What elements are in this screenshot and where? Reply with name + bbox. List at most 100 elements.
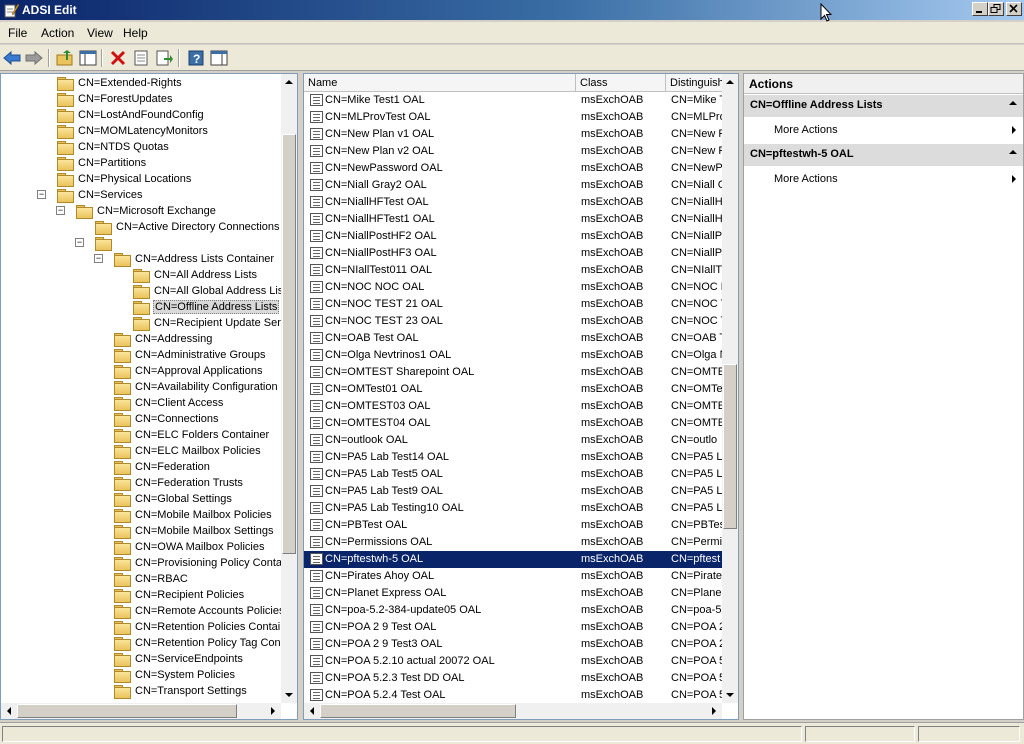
properties-button[interactable] bbox=[131, 48, 151, 68]
tree-item[interactable]: CN=Physical Locations bbox=[57, 171, 192, 187]
tree-item[interactable]: CN=Extended-Rights bbox=[57, 75, 183, 91]
tree-item[interactable]: CN=Retention Policy Tag Con bbox=[114, 635, 282, 651]
delete-button[interactable] bbox=[108, 48, 128, 68]
list-row[interactable]: CN=PBTest OAL msExchOAB CN=PBTes bbox=[304, 517, 724, 534]
list-row[interactable]: CN=POA 2 9 Test3 OAL msExchOAB CN=POA 2 bbox=[304, 636, 724, 653]
list-horizontal-scrollbar[interactable] bbox=[304, 703, 722, 719]
tree-item[interactable]: CN=RBAC bbox=[114, 571, 189, 587]
tree-item[interactable]: CN=LostAndFoundConfig bbox=[57, 107, 205, 123]
more-actions-link[interactable]: More Actions bbox=[774, 124, 1019, 136]
tree-item[interactable]: CN=Administrative Groups bbox=[114, 347, 267, 363]
tree-item[interactable]: CN=All Address Lists bbox=[133, 267, 258, 283]
tree-item[interactable]: CN=ELC Mailbox Policies bbox=[114, 443, 262, 459]
tree-item[interactable]: CN=Federation Trusts bbox=[114, 475, 244, 491]
list-row[interactable]: CN=OMTEST03 OAL msExchOAB CN=OMTE bbox=[304, 398, 724, 415]
list-row[interactable]: CN=poa-5.2-384-update05 OAL msExchOAB CN=p… bbox=[304, 602, 724, 619]
collapse-up-icon[interactable] bbox=[1009, 149, 1017, 155]
scroll-left-button[interactable] bbox=[304, 703, 320, 719]
collapse-up-icon[interactable] bbox=[1009, 100, 1017, 106]
tree-item[interactable]: CN=Mobile Mailbox Policies bbox=[114, 507, 273, 523]
restore-button[interactable] bbox=[988, 2, 1004, 16]
tree-item[interactable]: CN=Provisioning Policy Conta bbox=[114, 555, 283, 571]
list-row[interactable]: CN=Permissions OAL msExchOAB CN=Permi bbox=[304, 534, 724, 551]
list-row[interactable]: CN=POA 5.2.3 Test DD OAL msExchOAB CN=POA … bbox=[304, 670, 724, 687]
tree-item[interactable]: CN=Federation bbox=[114, 459, 211, 475]
back-button[interactable] bbox=[2, 48, 22, 68]
tree-item[interactable]: CN=Transport Settings bbox=[114, 683, 248, 699]
up-one-level-button[interactable] bbox=[55, 48, 75, 68]
tree-item[interactable]: CN=Remote Accounts Policies bbox=[114, 603, 285, 619]
list-row[interactable]: CN=Olga Nevtrinos1 OAL msExchOAB CN=Olga N bbox=[304, 347, 724, 364]
column-header-distinguished-name[interactable]: Distinguish bbox=[666, 74, 724, 92]
tree-item[interactable]: CN=Mobile Mailbox Settings bbox=[114, 523, 274, 539]
list-row[interactable]: CN=NewPassword OAL msExchOAB CN=NewP bbox=[304, 160, 724, 177]
forward-button[interactable] bbox=[24, 48, 44, 68]
tree-item[interactable]: CN=Client Access bbox=[114, 395, 224, 411]
tree-scroll-thumb[interactable] bbox=[282, 134, 296, 554]
list-row[interactable]: CN=NOC TEST 23 OAL msExchOAB CN=NOC T bbox=[304, 313, 724, 330]
menu-view[interactable]: View bbox=[87, 26, 113, 40]
list-row[interactable]: CN=PA5 Lab Test14 OAL msExchOAB CN=PA5 L bbox=[304, 449, 724, 466]
list-row[interactable]: CN=NOC NOC OAL msExchOAB CN=NOC N bbox=[304, 279, 724, 296]
tree-item[interactable]: − CN=Services bbox=[37, 187, 144, 203]
actions-section-offline-address-lists[interactable]: CN=Offline Address Lists bbox=[744, 95, 1023, 117]
tree-vertical-scrollbar[interactable] bbox=[281, 74, 297, 703]
column-header-class[interactable]: Class bbox=[576, 74, 666, 92]
collapse-toggle-icon[interactable]: − bbox=[94, 254, 103, 263]
list-row[interactable]: CN=OMTEST Sharepoint OAL msExchOAB CN=OMTE bbox=[304, 364, 724, 381]
tree-item[interactable]: CN=ForestUpdates bbox=[57, 91, 173, 107]
close-button[interactable] bbox=[1006, 2, 1022, 16]
scroll-down-button[interactable] bbox=[281, 687, 297, 703]
list-row[interactable]: CN=NIallTest011 OAL msExchOAB CN=NIallT bbox=[304, 262, 724, 279]
collapse-toggle-icon[interactable]: − bbox=[37, 190, 46, 199]
tree-item[interactable]: CN=NTDS Quotas bbox=[57, 139, 170, 155]
scroll-up-button[interactable] bbox=[722, 74, 738, 90]
list-row[interactable]: CN=PA5 Lab Test5 OAL msExchOAB CN=PA5 L bbox=[304, 466, 724, 483]
tree-item[interactable]: CN=Offline Address Lists bbox=[133, 299, 280, 315]
list-row[interactable]: CN=New Plan v2 OAL msExchOAB CN=New P bbox=[304, 143, 724, 160]
title-bar[interactable]: ADSI Edit bbox=[0, 0, 1024, 22]
menu-action[interactable]: Action bbox=[41, 26, 74, 40]
collapse-toggle-icon[interactable]: − bbox=[56, 206, 65, 215]
list-row[interactable]: CN=NiallHFTest1 OAL msExchOAB CN=NiallH bbox=[304, 211, 724, 228]
tree-item[interactable]: CN=Active Directory Connections bbox=[95, 219, 281, 235]
tree-item[interactable]: CN=ServiceEndpoints bbox=[114, 651, 244, 667]
list-row[interactable]: CN=pftestwh-5 OAL msExchOAB CN=pftest bbox=[304, 551, 724, 568]
tree-item[interactable]: CN=Retention Policies Contai bbox=[114, 619, 281, 635]
tree-item[interactable]: − bbox=[75, 235, 117, 251]
tree-item[interactable]: CN=MOMLatencyMonitors bbox=[57, 123, 209, 139]
list-row[interactable]: CN=Pirates Ahoy OAL msExchOAB CN=Pirate bbox=[304, 568, 724, 585]
tree-item[interactable]: − CN=Address Lists Container bbox=[94, 251, 275, 267]
scroll-down-button[interactable] bbox=[722, 687, 738, 703]
scroll-up-button[interactable] bbox=[281, 74, 297, 90]
list-row[interactable]: CN=OAB Test OAL msExchOAB CN=OAB T bbox=[304, 330, 724, 347]
scroll-left-button[interactable] bbox=[1, 703, 17, 719]
tree-hscroll-thumb[interactable] bbox=[17, 704, 237, 718]
list-row[interactable]: CN=POA 2 9 Test OAL msExchOAB CN=POA 2 bbox=[304, 619, 724, 636]
tree-item[interactable]: CN=Availability Configuration bbox=[114, 379, 279, 395]
tree-item[interactable]: CN=Approval Applications bbox=[114, 363, 264, 379]
tree-item[interactable]: CN=ELC Folders Container bbox=[114, 427, 270, 443]
list-row[interactable]: CN=OMTest01 OAL msExchOAB CN=OMTe bbox=[304, 381, 724, 398]
collapse-toggle-icon[interactable]: − bbox=[75, 238, 84, 247]
list-row[interactable]: CN=outlook OAL msExchOAB CN=outlo bbox=[304, 432, 724, 449]
scroll-right-button[interactable] bbox=[265, 703, 281, 719]
tree-item[interactable]: CN=Global Settings bbox=[114, 491, 233, 507]
list-row[interactable]: CN=POA 5.2.4 Test OAL msExchOAB CN=POA 5 bbox=[304, 687, 724, 704]
tree-item[interactable]: CN=All Global Address Lis bbox=[133, 283, 284, 299]
list-row[interactable]: CN=PA5 Lab Testing10 OAL msExchOAB CN=PA5 … bbox=[304, 500, 724, 517]
tree-item[interactable]: CN=OWA Mailbox Policies bbox=[114, 539, 266, 555]
minimize-button[interactable] bbox=[972, 2, 988, 16]
list-hscroll-thumb[interactable] bbox=[320, 704, 516, 718]
actions-section-selected-item[interactable]: CN=pftestwh-5 OAL bbox=[744, 144, 1023, 166]
tree-horizontal-scrollbar[interactable] bbox=[1, 703, 281, 719]
list-row[interactable]: CN=Planet Express OAL msExchOAB CN=Plane bbox=[304, 585, 724, 602]
menu-help[interactable]: Help bbox=[123, 26, 148, 40]
show-hide-action-pane-button[interactable] bbox=[209, 48, 229, 68]
list-vertical-scrollbar[interactable] bbox=[722, 74, 738, 703]
tree-item[interactable]: CN=Partitions bbox=[57, 155, 147, 171]
menu-file[interactable]: File bbox=[8, 26, 27, 40]
list-row[interactable]: CN=MLProvTest OAL msExchOAB CN=MLProv bbox=[304, 109, 724, 126]
show-hide-console-tree-button[interactable] bbox=[78, 48, 98, 68]
list-row[interactable]: CN=Niall Gray2 OAL msExchOAB CN=Niall G bbox=[304, 177, 724, 194]
